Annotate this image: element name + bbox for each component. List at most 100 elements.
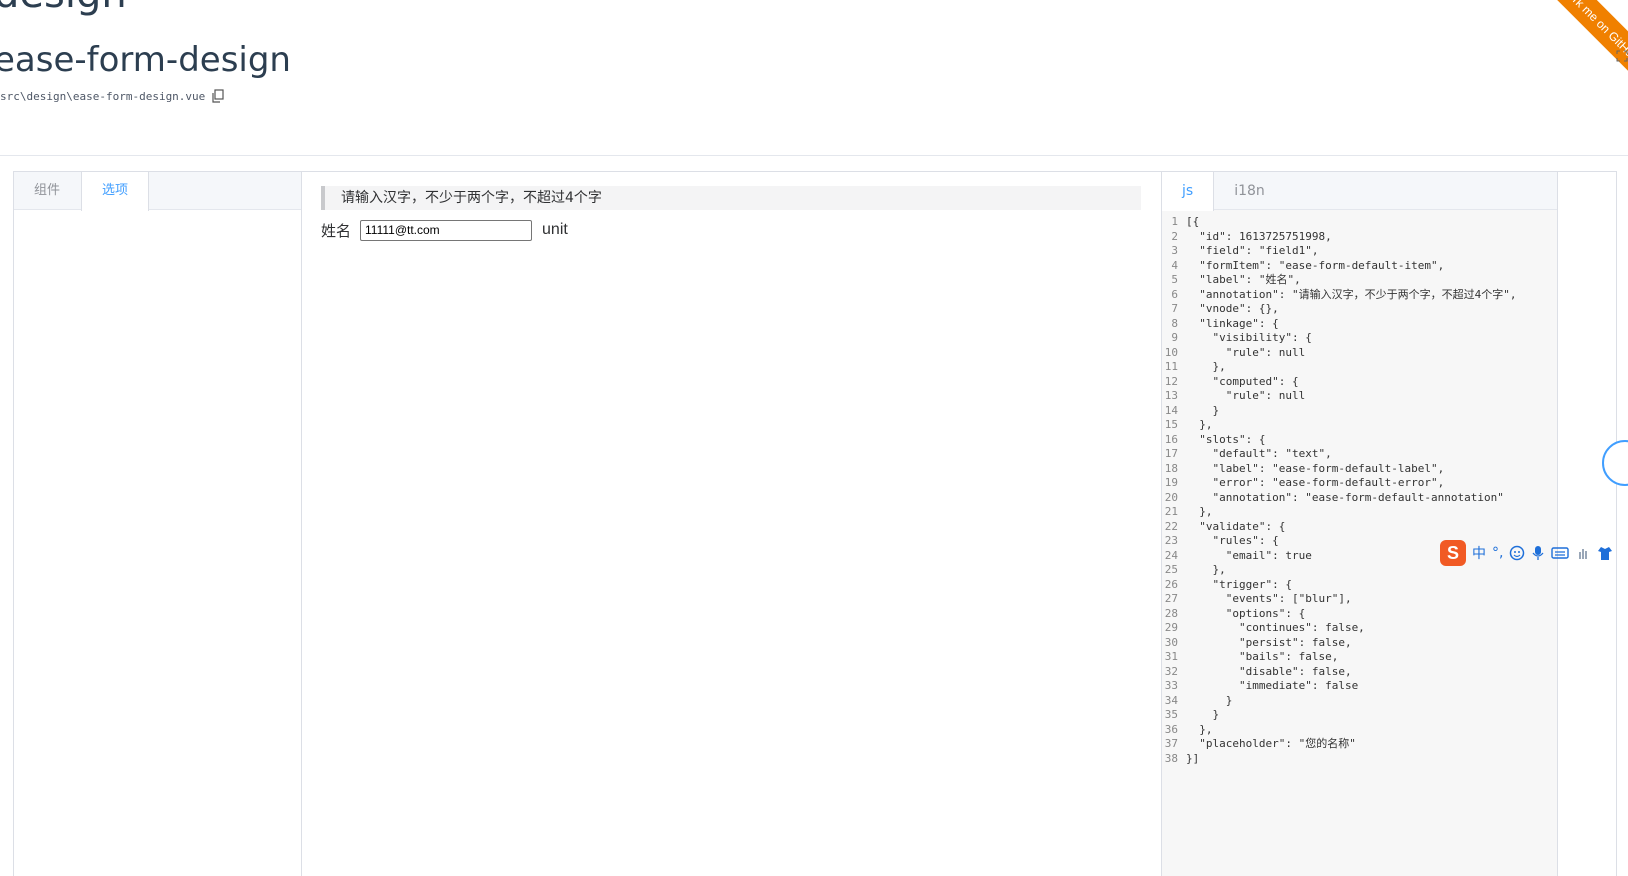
line-number: 25 (1164, 563, 1178, 576)
ime-toolbar[interactable]: S 中 °, (1440, 539, 1613, 567)
line-number: 31 (1164, 650, 1178, 663)
line-number: 18 (1164, 461, 1178, 475)
keyboard-icon[interactable] (1551, 546, 1570, 560)
code-text: "visibility": { (1186, 331, 1312, 344)
ime-punct[interactable]: °, (1492, 545, 1503, 561)
line-number: 30 (1164, 635, 1178, 649)
github-ribbon-container[interactable]: Fork me on GitHub (1548, 0, 1628, 80)
file-path-row: src\design\ease-form-design.vue (0, 89, 225, 103)
github-ribbon[interactable]: Fork me on GitHub (1548, 0, 1628, 80)
code-text: "annotation": "ease-form-default-annotat… (1186, 490, 1504, 504)
form-item[interactable]: 姓名 unit (321, 218, 568, 242)
line-number: 37 (1164, 737, 1178, 750)
code-text: "bails": false, (1186, 650, 1339, 663)
line-number: 12 (1164, 374, 1178, 388)
line-number: 24 (1164, 548, 1178, 562)
code-line: 31 "bails": false, (1162, 650, 1558, 665)
code-line: 17 "default": "text", (1162, 447, 1558, 462)
line-number: 6 (1171, 287, 1178, 301)
form-designer: 组件 选项 请输入汉字，不少于两个字，不超过4个字 姓名 unit js i18… (13, 171, 1617, 876)
code-text: "label": "ease-form-default-label", (1186, 461, 1445, 475)
hand-icon[interactable] (1575, 545, 1591, 561)
code-line: 10 "rule": null (1162, 346, 1558, 361)
line-number: 27 (1164, 592, 1178, 605)
code-line: 21 }, (1162, 505, 1558, 520)
code-text: "email": true (1186, 548, 1312, 562)
field-annotation: 请输入汉字，不少于两个字，不超过4个字 (321, 186, 1141, 210)
tab-i18n[interactable]: i18n (1214, 172, 1286, 210)
left-panel: 组件 选项 (14, 172, 302, 876)
code-line: 7 "vnode": {}, (1162, 302, 1558, 317)
expand-icon[interactable] (1616, 50, 1628, 62)
tab-js[interactable]: js (1162, 172, 1215, 211)
line-number: 21 (1164, 505, 1178, 518)
tab-components[interactable]: 组件 (14, 172, 81, 210)
line-number: 20 (1164, 490, 1178, 504)
code-text: } (1186, 403, 1220, 417)
code-text: }, (1186, 722, 1213, 736)
code-line: 3 "field": "field1", (1162, 244, 1558, 259)
code-text: }, (1186, 505, 1213, 518)
code-text: "options": { (1186, 606, 1306, 620)
line-number: 16 (1164, 432, 1178, 446)
tab-options[interactable]: 选项 (81, 172, 150, 211)
code-text: "trigger": { (1186, 577, 1292, 591)
skin-icon[interactable] (1597, 545, 1613, 561)
line-number: 7 (1171, 302, 1178, 315)
code-line: 28 "options": { (1162, 607, 1558, 622)
code-text: "placeholder": "您的名称" (1186, 737, 1356, 750)
code-line: 36 }, (1162, 723, 1558, 738)
code-text: "rule": null (1186, 389, 1306, 402)
name-input[interactable] (360, 219, 533, 241)
code-line: 30 "persist": false, (1162, 636, 1558, 651)
line-number: 4 (1171, 258, 1178, 272)
code-line: 4 "formItem": "ease-form-default-item", (1162, 259, 1558, 274)
code-line: 27 "events": ["blur"], (1162, 592, 1558, 607)
copy-icon[interactable] (211, 89, 225, 103)
page-heading-top: design (0, 0, 127, 18)
code-line: 15 }, (1162, 418, 1558, 433)
code-text: "disable": false, (1186, 664, 1352, 678)
code-line: 6 "annotation": "请输入汉字，不少于两个字，不超过4个字", (1162, 288, 1558, 303)
code-text: "default": "text", (1186, 447, 1332, 460)
code-text: "field": "field1", (1186, 244, 1319, 257)
code-text: "rules": { (1186, 534, 1279, 547)
line-number: 34 (1164, 693, 1178, 707)
code-line: 12 "computed": { (1162, 375, 1558, 390)
code-text: "error": "ease-form-default-error", (1186, 476, 1445, 489)
right-tabs: js i18n (1162, 172, 1557, 211)
line-number: 5 (1171, 273, 1178, 286)
code-line: 18 "label": "ease-form-default-label", (1162, 462, 1558, 477)
code-text: }] (1186, 751, 1200, 765)
ime-mode[interactable]: 中 (1472, 543, 1486, 563)
line-number: 11 (1164, 360, 1178, 373)
code-line: 34 } (1162, 694, 1558, 709)
code-text: } (1186, 693, 1233, 707)
code-line: 11 }, (1162, 360, 1558, 375)
line-number: 32 (1164, 664, 1178, 678)
code-line: 32 "disable": false, (1162, 665, 1558, 680)
code-line: 37 "placeholder": "您的名称" (1162, 737, 1558, 752)
code-text: "immediate": false (1186, 679, 1359, 692)
ime-logo-icon[interactable]: S (1440, 540, 1466, 566)
code-text: "annotation": "请输入汉字，不少于两个字，不超过4个字", (1186, 287, 1517, 301)
code-panel: js i18n 1[{2 "id": 1613725751998, 3 "fiel… (1161, 172, 1558, 876)
header-divider (0, 155, 1628, 156)
code-line: 20 "annotation": "ease-form-default-anno… (1162, 491, 1558, 506)
code-editor[interactable]: 1[{2 "id": 1613725751998, 3 "field": "fie… (1162, 215, 1558, 766)
code-text: "slots": { (1186, 432, 1266, 446)
left-tabs: 组件 选项 (14, 172, 301, 211)
page-title: ease-form-design (0, 40, 291, 80)
code-line: 13 "rule": null (1162, 389, 1558, 404)
canvas-panel: 请输入汉字，不少于两个字，不超过4个字 姓名 unit (302, 172, 1162, 876)
line-number: 15 (1164, 418, 1178, 431)
line-number: 13 (1164, 389, 1178, 402)
emoji-icon[interactable] (1509, 545, 1525, 561)
line-number: 8 (1171, 316, 1178, 330)
code-text: "id": 1613725751998, (1186, 229, 1332, 243)
line-number: 3 (1171, 244, 1178, 257)
mic-icon[interactable] (1531, 545, 1545, 561)
line-number: 36 (1164, 722, 1178, 736)
code-line: 9 "visibility": { (1162, 331, 1558, 346)
line-number: 26 (1164, 577, 1178, 591)
